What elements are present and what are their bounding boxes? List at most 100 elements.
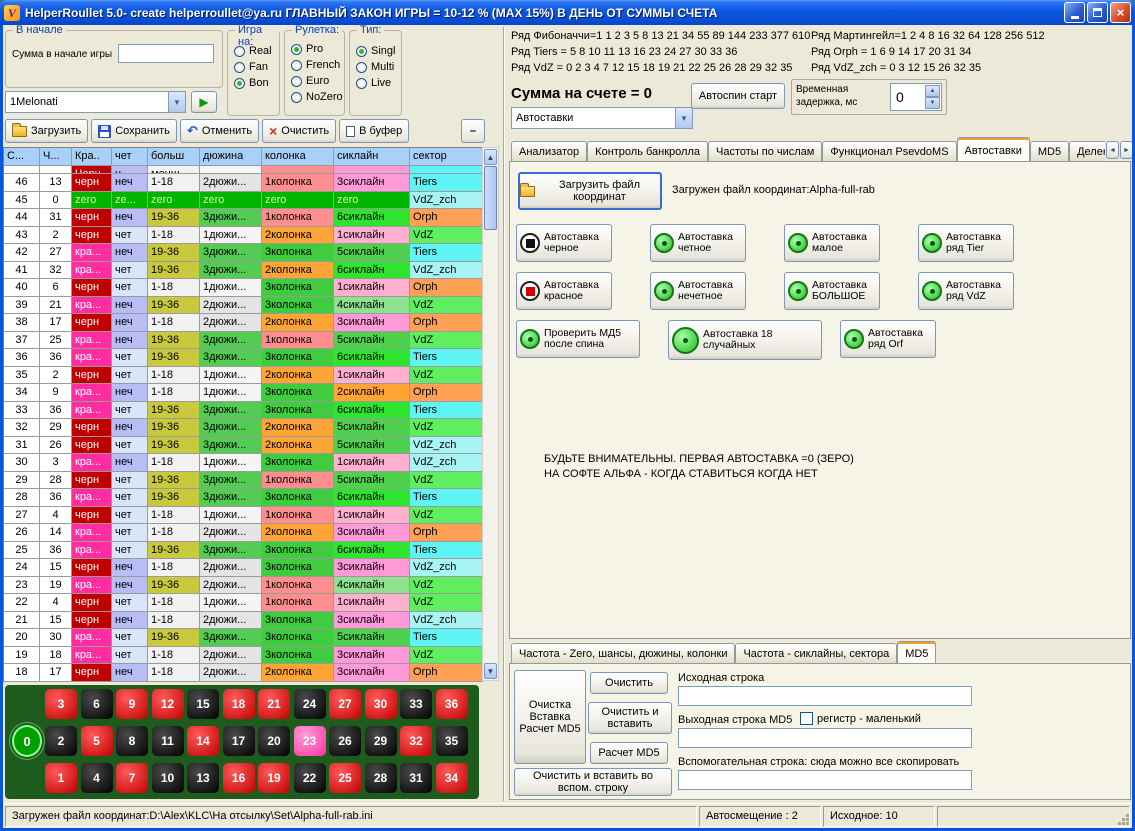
tab-md5-bottom[interactable]: MD5 bbox=[897, 641, 936, 663]
radio-option-real[interactable]: Real bbox=[228, 43, 272, 59]
history-row[interactable]: 4613черннеч1-182дюжи...1колонка3сиклайнT… bbox=[4, 174, 482, 192]
load-coordinates-button[interactable]: Загрузить файл координат bbox=[518, 172, 662, 210]
history-row[interactable]: 432чернчет1-181дюжи...2колонка1сиклайнVd… bbox=[4, 227, 482, 245]
load-button[interactable]: Загрузить bbox=[5, 119, 88, 143]
roulette-number-24[interactable]: 24 bbox=[294, 689, 326, 719]
history-row[interactable]: 2614кра...чет1-182дюжи...2колонка3сиклай… bbox=[4, 524, 482, 542]
radio-option-singl[interactable]: Singl bbox=[350, 43, 395, 59]
roulette-number-17[interactable]: 17 bbox=[223, 726, 255, 756]
roulette-number-29[interactable]: 29 bbox=[365, 726, 397, 756]
roulette-number-15[interactable]: 15 bbox=[187, 689, 219, 719]
tab-number-frequencies[interactable]: Частоты по числам bbox=[708, 141, 822, 161]
radio-option-bon[interactable]: Bon bbox=[228, 75, 272, 91]
roulette-number-6[interactable]: 6 bbox=[81, 689, 113, 719]
roulette-number-26[interactable]: 26 bbox=[329, 726, 361, 756]
resize-grip[interactable] bbox=[1126, 822, 1129, 825]
register-checkbox-row[interactable]: регистр - маленький bbox=[800, 712, 921, 725]
tab-psevdoms-functional[interactable]: Функционал PsevdoMS bbox=[822, 141, 956, 161]
tab-bankroll-control[interactable]: Контроль банкролла bbox=[587, 141, 708, 161]
roulette-number-3[interactable]: 3 bbox=[45, 689, 77, 719]
column-header-spin[interactable]: С... bbox=[4, 148, 40, 166]
md5-clear-button[interactable]: Очистить bbox=[590, 672, 668, 694]
column-header-column[interactable]: колонка bbox=[262, 148, 334, 166]
checkbox-icon[interactable] bbox=[800, 712, 813, 725]
roulette-number-28[interactable]: 28 bbox=[365, 763, 397, 793]
roulette-number-30[interactable]: 30 bbox=[365, 689, 397, 719]
roulette-number-14[interactable]: 14 bbox=[187, 726, 219, 756]
delay-spinner[interactable]: 0 ▲ ▼ bbox=[890, 83, 942, 111]
column-header-color[interactable]: Кра.. bbox=[72, 148, 112, 166]
column-header-sector[interactable]: сектор bbox=[410, 148, 483, 166]
roulette-number-32[interactable]: 32 bbox=[400, 726, 432, 756]
history-row[interactable]: 3636кра...чет19-363дюжи...3колонка6сикла… bbox=[4, 349, 482, 367]
start-preset-button[interactable]: ▶ bbox=[191, 91, 217, 113]
preset-dropdown[interactable]: 1Melonati ▼ bbox=[5, 91, 186, 113]
bet-even-button[interactable]: Авто​ставка четное bbox=[650, 224, 746, 262]
history-row[interactable]: 3725кра...неч19-363дюжи...1колонка5сикла… bbox=[4, 332, 482, 350]
roulette-number-8[interactable]: 8 bbox=[116, 726, 148, 756]
scroll-down-icon[interactable]: ▼ bbox=[484, 663, 497, 679]
tab-analyzer[interactable]: Анализатор bbox=[511, 141, 587, 161]
md5-clear-paste-calc-button[interactable]: Очистка Вставка Расчет MD5 bbox=[514, 670, 586, 764]
roulette-number-7[interactable]: 7 bbox=[116, 763, 148, 793]
roulette-number-25[interactable]: 25 bbox=[329, 763, 361, 793]
history-row[interactable]: 1817черннеч1-182дюжи...2колонка3сиклайнO… bbox=[4, 664, 482, 682]
history-row[interactable]: 450zeroze...zerozerozerozeroVdZ_zch bbox=[4, 192, 482, 210]
history-row[interactable]: 3336кра...чет19-363дюжи...3колонка6сикла… bbox=[4, 402, 482, 420]
scrollbar-thumb[interactable] bbox=[484, 166, 497, 230]
roulette-number-34[interactable]: 34 bbox=[436, 763, 468, 793]
roulette-number-18[interactable]: 18 bbox=[223, 689, 255, 719]
history-row[interactable]: 2536кра...чет19-363дюжи...3колонка6сикла… bbox=[4, 542, 482, 560]
bet-big-button[interactable]: Автоставка БОЛЬШОЕ bbox=[784, 272, 880, 310]
roulette-number-20[interactable]: 20 bbox=[258, 726, 290, 756]
history-row[interactable]: 4132кра...чет19-363дюжи...2колонка6сикла… bbox=[4, 262, 482, 280]
tab-autobets[interactable]: Автоставки bbox=[957, 137, 1030, 161]
history-row[interactable]: 4431черннеч19-363дюжи...1колонка6сиклайн… bbox=[4, 209, 482, 227]
roulette-number-31[interactable]: 31 bbox=[400, 763, 432, 793]
tab-division[interactable]: Делени bbox=[1069, 141, 1105, 161]
roulette-number-33[interactable]: 33 bbox=[400, 689, 432, 719]
clear-paste-aux-button[interactable]: Очистить и вставить во вспом. строку bbox=[514, 768, 672, 796]
roulette-number-9[interactable]: 9 bbox=[116, 689, 148, 719]
autospin-start-button[interactable]: Автоспин старт bbox=[691, 83, 785, 109]
roulette-number-2[interactable]: 2 bbox=[45, 726, 77, 756]
save-button[interactable]: Сохранить bbox=[91, 119, 177, 143]
undo-button[interactable]: ↶Отменить bbox=[180, 119, 259, 143]
tab-scroll-right-icon[interactable]: ► bbox=[1120, 141, 1132, 159]
tab-freq-sixlines-sectors[interactable]: Частота - сиклайны, сектора bbox=[735, 643, 897, 663]
roulette-number-13[interactable]: 13 bbox=[187, 763, 219, 793]
history-row[interactable]: 4227кра...неч19-363дюжи...3колонка5сикла… bbox=[4, 244, 482, 262]
bet-black-button[interactable]: Автоставка черное bbox=[516, 224, 612, 262]
to-buffer-button[interactable]: В буфер bbox=[339, 119, 409, 143]
column-header-number[interactable]: Ч... bbox=[40, 148, 72, 166]
clear-button[interactable]: ×Очистить bbox=[262, 119, 336, 143]
roulette-number-12[interactable]: 12 bbox=[152, 689, 184, 719]
spinner-up-icon[interactable]: ▲ bbox=[925, 85, 940, 97]
bet-row-tier-button[interactable]: Автоставка ряд Tier bbox=[918, 224, 1014, 262]
column-header-range[interactable]: больш bbox=[148, 148, 200, 166]
history-row[interactable]: 2836кра...чет19-363дюжи...3колонка6сикла… bbox=[4, 489, 482, 507]
history-row[interactable]: 1918кра...чет1-182дюжи...3колонка3сиклай… bbox=[4, 647, 482, 665]
tab-scroll-left-icon[interactable]: ◄ bbox=[1106, 141, 1119, 159]
roulette-number-23[interactable]: 23 bbox=[294, 726, 326, 756]
history-row[interactable]: 2319кра...неч19-362дюжи...1колонка4сикла… bbox=[4, 577, 482, 595]
roulette-number-19[interactable]: 19 bbox=[258, 763, 290, 793]
radio-option-multi[interactable]: Multi bbox=[350, 59, 395, 75]
close-button[interactable]: × bbox=[1110, 2, 1131, 23]
roulette-number-36[interactable]: 36 bbox=[436, 689, 468, 719]
roulette-number-11[interactable]: 11 bbox=[152, 726, 184, 756]
column-header-parity[interactable]: чет bbox=[112, 148, 148, 166]
spinner-down-icon[interactable]: ▼ bbox=[925, 97, 940, 109]
radio-option-live[interactable]: Live bbox=[350, 75, 395, 91]
history-row[interactable]: 352чернчет1-181дюжи...2колонка1сиклайнVd… bbox=[4, 367, 482, 385]
history-row[interactable]: 2415черннеч1-182дюжи...3колонка3сиклайнV… bbox=[4, 559, 482, 577]
maximize-button[interactable] bbox=[1087, 2, 1108, 23]
roulette-number-1[interactable]: 1 bbox=[45, 763, 77, 793]
history-row[interactable]: 224чернчет1-181дюжи...1колонка1сиклайнVd… bbox=[4, 594, 482, 612]
radio-option-fan[interactable]: Fan bbox=[228, 59, 272, 75]
autobet-dropdown[interactable]: Автоставки ▼ bbox=[511, 107, 693, 129]
roulette-number-35[interactable]: 35 bbox=[436, 726, 468, 756]
history-row[interactable]: 274чернчет1-181дюжи...1колонка1сиклайнVd… bbox=[4, 507, 482, 525]
roulette-number-5[interactable]: 5 bbox=[81, 726, 113, 756]
history-row[interactable]: 2928чернчет19-363дюжи...1колонка5сиклайн… bbox=[4, 472, 482, 490]
